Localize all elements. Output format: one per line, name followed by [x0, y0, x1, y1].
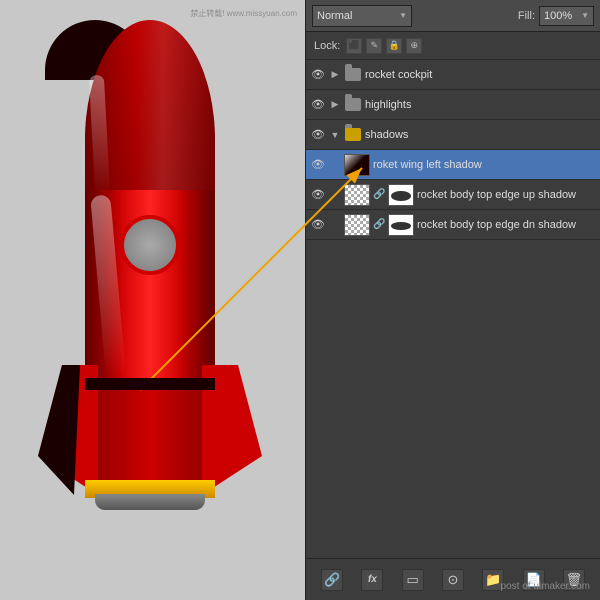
folder-icon	[344, 97, 362, 113]
layers-list: 👁 ▶ rocket cockpit 👁 ▶ highlights 👁 ▼ sh…	[306, 60, 600, 558]
layer-thumbnail-1	[344, 184, 370, 206]
fill-area: Fill: 100% ▼	[518, 6, 594, 26]
fill-value: 100%	[544, 10, 572, 22]
arrow-icon[interactable]: ▼	[329, 129, 341, 141]
arrow-icon[interactable]: ▶	[329, 99, 341, 111]
lock-bar: Lock: ⬛ ✎ 🔒 ⊕	[306, 32, 600, 60]
layer-item-body-top-dn[interactable]: 👁 🔗 rocket body top edge dn shadow	[306, 210, 600, 240]
rocket-fin-section	[85, 390, 215, 490]
lock-transparent-icon[interactable]: ⬛	[346, 38, 362, 54]
layer-item-wing-shadow[interactable]: 👁 roket wing left shadow	[306, 150, 600, 180]
eye-icon[interactable]: 👁	[310, 157, 326, 173]
blend-mode-select[interactable]: Normal ▼	[312, 5, 412, 27]
eye-icon[interactable]: 👁	[310, 217, 326, 233]
lock-all-icon[interactable]: ⊕	[406, 38, 422, 54]
arrow-spacer	[329, 189, 341, 201]
lock-image-icon[interactable]: ✎	[366, 38, 382, 54]
post-footer: post of uimaker.com	[501, 581, 590, 592]
eye-icon[interactable]: 👁	[310, 97, 326, 113]
eye-icon[interactable]: 👁	[310, 187, 326, 203]
fill-label: Fill:	[518, 10, 535, 22]
lock-label: Lock:	[314, 40, 340, 52]
adjustment-button[interactable]: ⊙	[442, 569, 464, 591]
layer-thumbnail	[344, 154, 370, 176]
layer-name: shadows	[365, 129, 596, 141]
blend-mode-bar: Normal ▼ Fill: 100% ▼	[306, 0, 600, 32]
layer-thumbnail-2	[388, 214, 414, 236]
rocket-belt-top	[85, 378, 215, 390]
lock-position-icon[interactable]: 🔒	[386, 38, 402, 54]
fill-arrow: ▼	[581, 11, 589, 20]
arrow-spacer	[329, 219, 341, 231]
layers-panel: Normal ▼ Fill: 100% ▼ Lock: ⬛ ✎ 🔒 ⊕ 👁 ▶	[305, 0, 600, 600]
fx-button[interactable]: fx	[361, 569, 383, 591]
layer-item-highlights[interactable]: 👁 ▶ highlights	[306, 90, 600, 120]
layer-item-rocket-cockpit[interactable]: 👁 ▶ rocket cockpit	[306, 60, 600, 90]
folder-open-icon	[344, 127, 362, 143]
rocket-illustration	[30, 20, 270, 580]
layer-item-shadows[interactable]: 👁 ▼ shadows	[306, 120, 600, 150]
layer-thumbnail-2	[388, 184, 414, 206]
lock-icons: ⬛ ✎ 🔒 ⊕	[346, 38, 422, 54]
layer-name: roket wing left shadow	[373, 159, 596, 171]
folder-icon	[344, 67, 362, 83]
layer-thumbnail-1	[344, 214, 370, 236]
rocket-porthole	[120, 215, 180, 275]
layer-item-body-top-up[interactable]: 👁 🔗 rocket body top edge up shadow	[306, 180, 600, 210]
link-icon[interactable]: 🔗	[373, 219, 385, 231]
link-icon[interactable]: 🔗	[373, 189, 385, 201]
eye-icon[interactable]: 👁	[310, 127, 326, 143]
rocket-nozzle	[85, 480, 215, 510]
nozzle-gray	[95, 494, 205, 510]
watermark: 禁止转载! www.missyuan.com	[190, 8, 297, 19]
layer-name: rocket body top edge up shadow	[417, 189, 596, 201]
bottom-toolbar: 🔗 fx ▭ ⊙ 📁 📄 🗑	[306, 558, 600, 600]
add-mask-button[interactable]: ▭	[402, 569, 424, 591]
blend-mode-label: Normal	[317, 10, 352, 22]
blend-mode-arrow: ▼	[399, 11, 407, 20]
arrow-icon[interactable]: ▶	[329, 69, 341, 81]
link-layers-button[interactable]: 🔗	[321, 569, 343, 591]
eye-icon[interactable]: 👁	[310, 67, 326, 83]
layer-name: rocket cockpit	[365, 69, 596, 81]
arrow-spacer	[329, 159, 341, 171]
layer-name: rocket body top edge dn shadow	[417, 219, 596, 231]
layer-name: highlights	[365, 99, 596, 111]
canvas-area: 禁止转载! www.missyuan.com	[0, 0, 305, 600]
fill-select[interactable]: 100% ▼	[539, 6, 594, 26]
